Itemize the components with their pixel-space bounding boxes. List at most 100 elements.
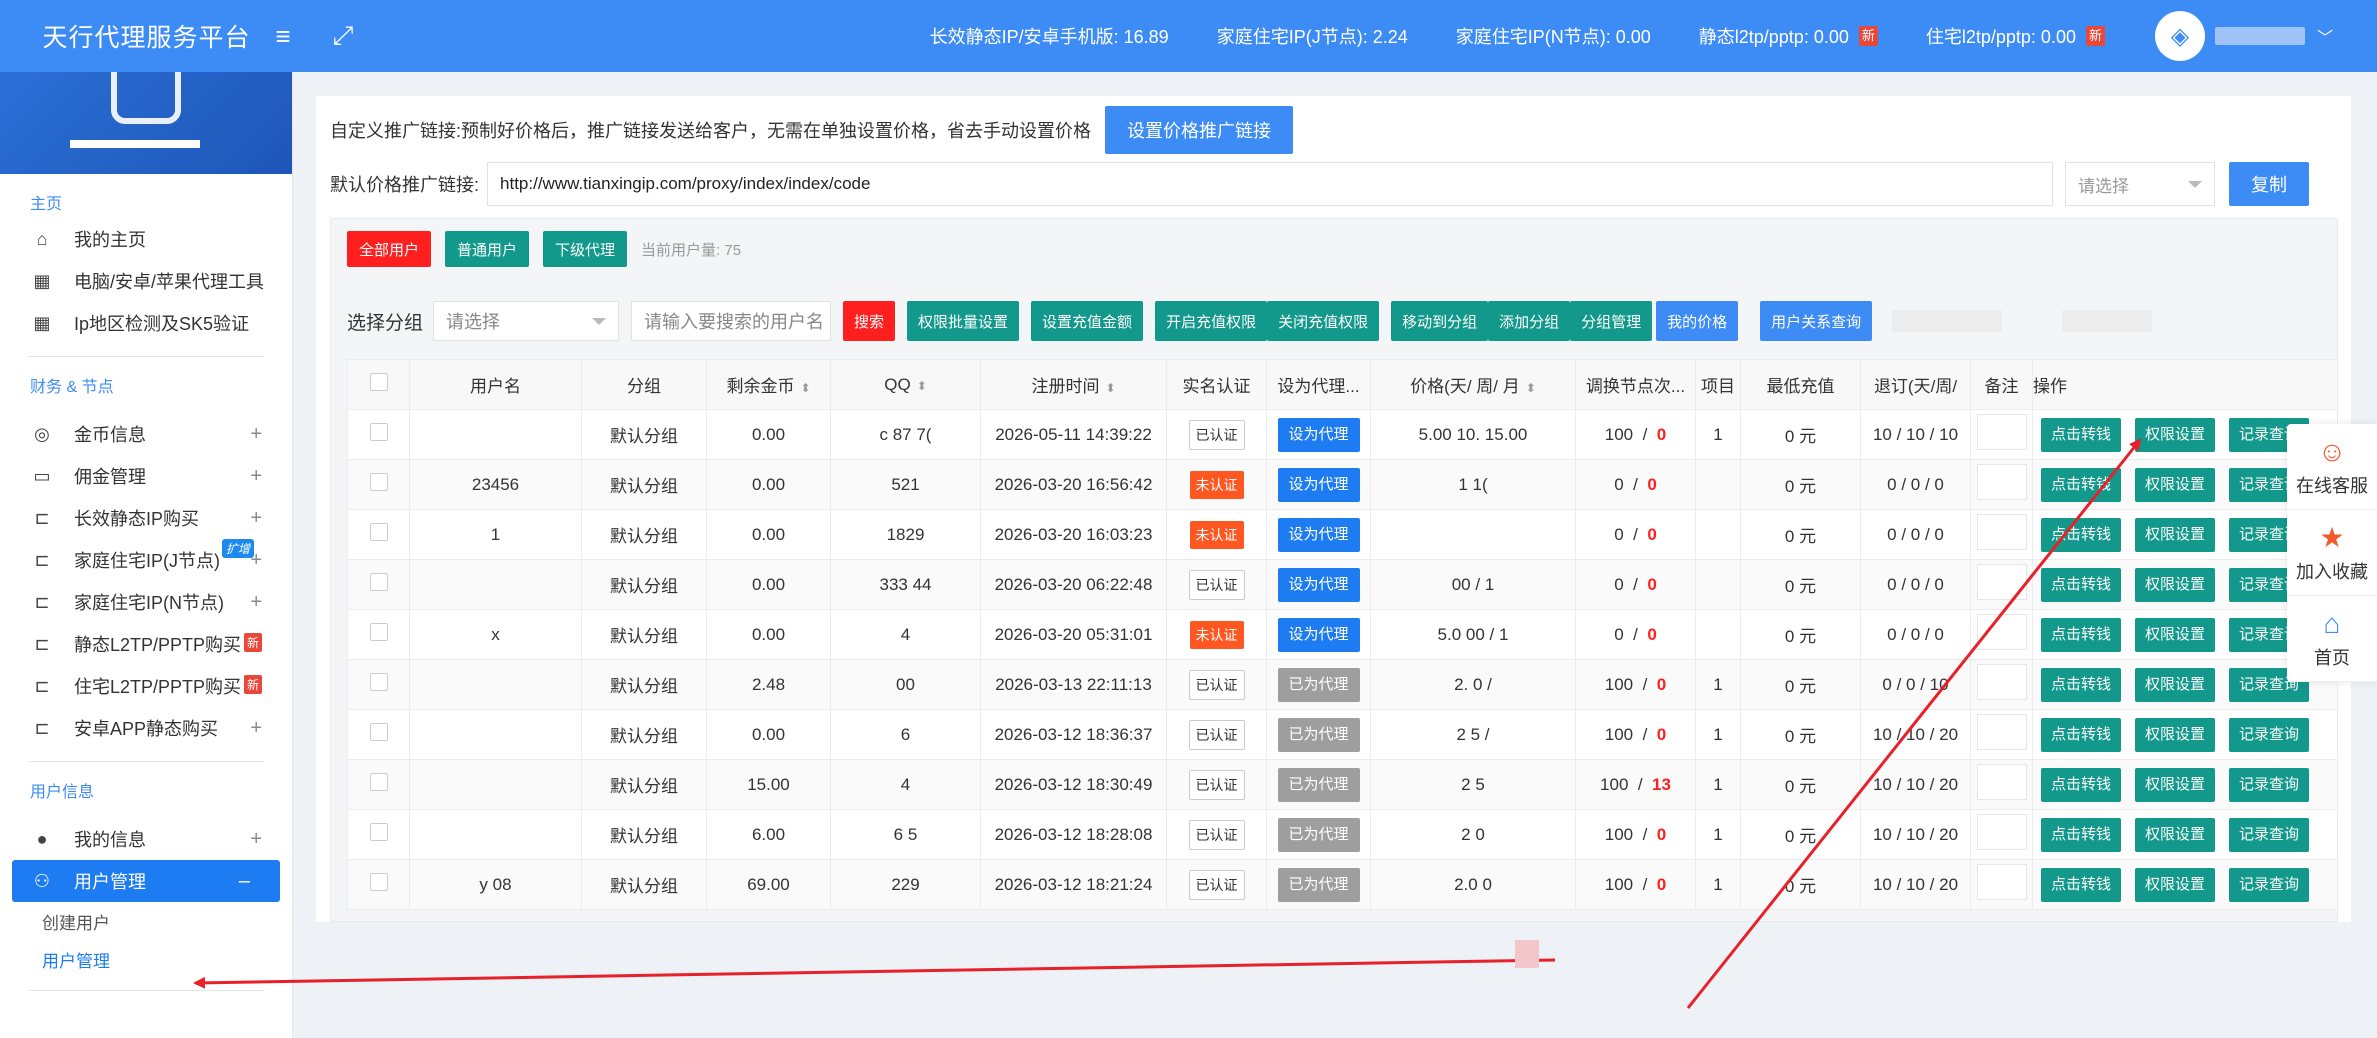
transfer-money-button[interactable]: 点击转钱 bbox=[2041, 567, 2122, 602]
row-checkbox[interactable] bbox=[369, 423, 388, 441]
set-agent-button[interactable]: 已为代理 bbox=[1277, 867, 1360, 902]
my-price-button[interactable]: 我的价格 bbox=[1656, 301, 1739, 341]
checkbox-cell[interactable] bbox=[347, 709, 410, 760]
row-checkbox[interactable] bbox=[369, 773, 388, 791]
tab-all-users[interactable]: 全部用户 bbox=[347, 231, 432, 267]
checkbox-cell[interactable] bbox=[347, 609, 410, 660]
permission-settings-button[interactable]: 权限设置 bbox=[2135, 417, 2216, 452]
set-agent-button[interactable]: 已为代理 bbox=[1277, 667, 1360, 702]
column-header[interactable]: 剩余金币 ⬍ bbox=[706, 359, 831, 410]
permission-settings-button[interactable]: 权限设置 bbox=[2135, 617, 2216, 652]
row-checkbox[interactable] bbox=[369, 723, 388, 741]
transfer-money-button[interactable]: 点击转钱 bbox=[2041, 867, 2122, 902]
column-header[interactable]: 用户名 bbox=[409, 359, 582, 410]
record-query-button[interactable]: 记录查询 bbox=[2229, 817, 2310, 852]
set-promo-link-button[interactable]: 设置价格推广链接 bbox=[1105, 106, 1293, 154]
transfer-money-button[interactable]: 点击转钱 bbox=[2041, 467, 2122, 502]
table-row[interactable]: 23456 默认分组 0.00 521 2026-03-20 16:56:42 未认证 设为… bbox=[347, 459, 2338, 510]
link-select[interactable]: 请选择 bbox=[2065, 162, 2216, 206]
sidebar-item[interactable]: ● 我的信息 + bbox=[0, 818, 292, 860]
table-row[interactable]: 默认分组 15.00 4 2026-03-12 18:30:49 已认证 已为代理 2 5 1… bbox=[347, 759, 2338, 810]
remark-cell[interactable] bbox=[1970, 659, 2033, 710]
set-agent-button[interactable]: 设为代理 bbox=[1277, 467, 1360, 502]
sidebar-item[interactable]: ⊏ 长效静态IP购买 + bbox=[0, 497, 292, 539]
column-header[interactable]: QQ ⬍ bbox=[830, 359, 981, 410]
column-header[interactable]: 价格(天/ 周/ 月 ⬍ bbox=[1370, 359, 1576, 410]
permission-settings-button[interactable]: 权限设置 bbox=[2135, 817, 2216, 852]
search-input[interactable]: 请输入要搜索的用户名 bbox=[631, 301, 832, 341]
agent-cell[interactable]: 已为代理 bbox=[1266, 859, 1371, 910]
remark-input[interactable] bbox=[1976, 514, 2027, 550]
transfer-money-button[interactable]: 点击转钱 bbox=[2041, 767, 2122, 802]
tab-normal-users[interactable]: 普通用户 bbox=[445, 231, 530, 267]
sidebar-item[interactable]: ▦ 电脑/安卓/苹果代理工具 bbox=[0, 260, 292, 302]
expand-icon[interactable]: – bbox=[239, 870, 250, 893]
agent-cell[interactable]: 已为代理 bbox=[1266, 659, 1371, 710]
column-header[interactable]: 退订(天/周/ bbox=[1860, 359, 1971, 410]
agent-cell[interactable]: 设为代理 bbox=[1266, 409, 1371, 460]
checkbox-cell[interactable] bbox=[347, 559, 410, 610]
row-checkbox[interactable] bbox=[369, 623, 388, 641]
row-checkbox[interactable] bbox=[369, 873, 388, 891]
remark-cell[interactable] bbox=[1970, 459, 2033, 510]
float-item[interactable]: ⌂ 首页 bbox=[2287, 596, 2377, 682]
enable-recharge-button[interactable]: 开启充值权限 bbox=[1155, 301, 1268, 341]
table-row[interactable]: y 08 默认分组 69.00 229 2026-03-12 18:21:24 已认证 已为… bbox=[347, 859, 2338, 910]
sort-icon[interactable]: ⬍ bbox=[917, 379, 927, 393]
checkbox-cell[interactable] bbox=[347, 859, 410, 910]
sidebar-item[interactable]: ⊏ 住宅L2TP/PPTP购买新 bbox=[0, 665, 292, 707]
column-header[interactable]: 操作 bbox=[2032, 359, 2338, 410]
transfer-money-button[interactable]: 点击转钱 bbox=[2041, 817, 2122, 852]
transfer-money-button[interactable]: 点击转钱 bbox=[2041, 617, 2122, 652]
remark-cell[interactable] bbox=[1970, 809, 2033, 860]
set-recharge-amount-button[interactable]: 设置充值金额 bbox=[1031, 301, 1144, 341]
set-agent-button[interactable]: 设为代理 bbox=[1277, 617, 1360, 652]
copy-button[interactable]: 复制 bbox=[2229, 162, 2310, 206]
table-row[interactable]: 默认分组 6.00 6 5 2026-03-12 18:28:08 已认证 已为代理 2 0… bbox=[347, 809, 2338, 860]
checkbox-cell[interactable] bbox=[347, 509, 410, 560]
remark-input[interactable] bbox=[1976, 464, 2027, 500]
promo-link-input[interactable]: http://www.tianxingip.com/proxy/index/in… bbox=[487, 162, 2054, 206]
tab-sub-agents[interactable]: 下级代理 bbox=[543, 231, 628, 267]
permission-settings-button[interactable]: 权限设置 bbox=[2135, 517, 2216, 552]
sidebar-item[interactable]: ⊏ 家庭住宅IP(N节点) + bbox=[0, 581, 292, 623]
permission-settings-button[interactable]: 权限设置 bbox=[2135, 667, 2216, 702]
table-row[interactable]: 1 默认分组 0.00 1829 2026-03-20 16:03:23 未认证 设为代理 0… bbox=[347, 509, 2338, 560]
column-header[interactable]: 分组 bbox=[581, 359, 707, 410]
remark-cell[interactable] bbox=[1970, 559, 2033, 610]
sidebar-sub-create-user[interactable]: 创建用户 bbox=[0, 902, 292, 940]
sidebar-item[interactable]: ▭ 佣金管理 + bbox=[0, 455, 292, 497]
remark-input[interactable] bbox=[1976, 864, 2027, 900]
permission-settings-button[interactable]: 权限设置 bbox=[2135, 867, 2216, 902]
remark-cell[interactable] bbox=[1970, 859, 2033, 910]
column-header[interactable]: 调换节点次... bbox=[1575, 359, 1696, 410]
record-query-button[interactable]: 记录查询 bbox=[2229, 717, 2310, 752]
row-checkbox[interactable] bbox=[369, 573, 388, 591]
row-checkbox[interactable] bbox=[369, 823, 388, 841]
record-query-button[interactable]: 记录查询 bbox=[2229, 867, 2310, 902]
expand-icon[interactable]: + bbox=[250, 591, 262, 614]
chevron-down-icon[interactable]: ﹀ bbox=[2317, 24, 2333, 48]
brand-title[interactable]: 天行代理服务平台 bbox=[0, 0, 293, 72]
user-relation-button[interactable]: 用户关系查询 bbox=[1760, 301, 1873, 341]
user-menu[interactable]: ◈ ﹀ bbox=[2154, 11, 2333, 61]
batch-permission-button[interactable]: 权限批量设置 bbox=[907, 301, 1020, 341]
agent-cell[interactable]: 设为代理 bbox=[1266, 609, 1371, 660]
float-item[interactable]: ☺ 在线客服 bbox=[2287, 424, 2377, 510]
avatar[interactable]: ◈ bbox=[2154, 11, 2205, 61]
transfer-money-button[interactable]: 点击转钱 bbox=[2041, 417, 2122, 452]
checkbox-cell[interactable] bbox=[347, 759, 410, 810]
column-header[interactable]: 备注 bbox=[1970, 359, 2033, 410]
set-agent-button[interactable]: 设为代理 bbox=[1277, 517, 1360, 552]
agent-cell[interactable]: 已为代理 bbox=[1266, 759, 1371, 810]
remark-cell[interactable] bbox=[1970, 409, 2033, 460]
search-button[interactable]: 搜索 bbox=[843, 301, 896, 341]
sidebar-item[interactable]: ◎ 金币信息 + bbox=[0, 413, 292, 455]
agent-cell[interactable]: 已为代理 bbox=[1266, 809, 1371, 860]
agent-cell[interactable]: 设为代理 bbox=[1266, 509, 1371, 560]
record-query-button[interactable]: 记录查询 bbox=[2229, 767, 2310, 802]
sort-icon[interactable]: ⬍ bbox=[1526, 381, 1536, 395]
table-row[interactable]: 默认分组 2.48 00 2026-03-13 22:11:13 已认证 已为代理 2. 0… bbox=[347, 659, 2338, 710]
expand-icon[interactable]: + bbox=[250, 828, 262, 851]
column-header[interactable]: 实名认证 bbox=[1166, 359, 1267, 410]
